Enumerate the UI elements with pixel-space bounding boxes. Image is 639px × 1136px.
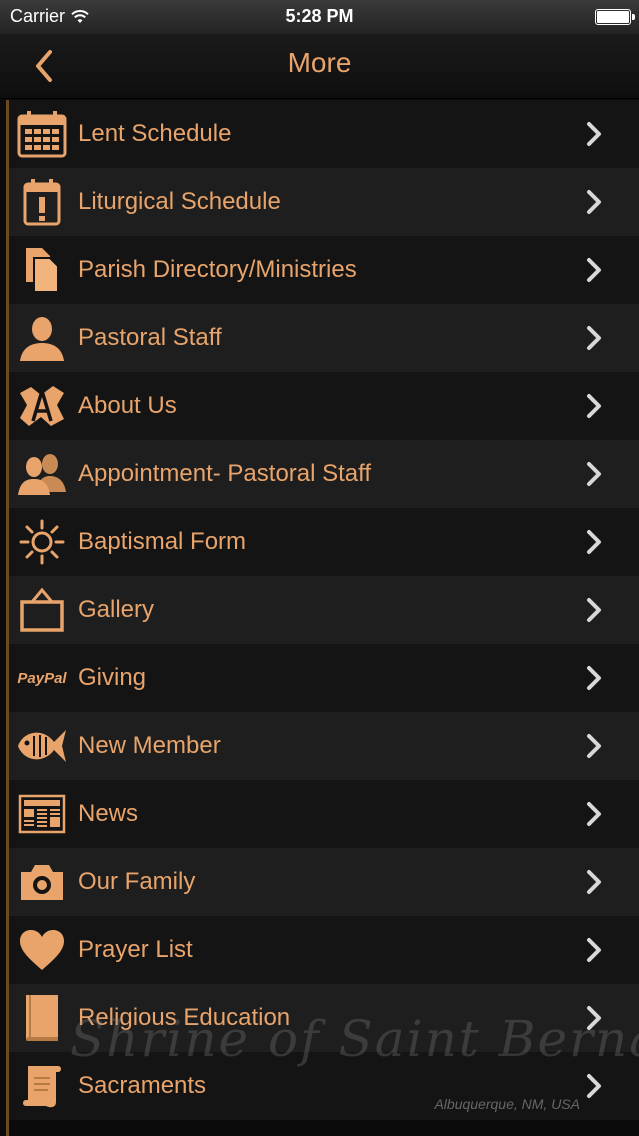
chevron-right-icon xyxy=(587,802,601,826)
menu-item-liturgical-schedule[interactable]: Liturgical Schedule xyxy=(9,168,639,236)
menu-item-new-member[interactable]: New Member xyxy=(9,712,639,780)
sun-icon xyxy=(14,516,70,568)
menu-item-label: Appointment- Pastoral Staff xyxy=(78,460,372,487)
menu-item-about-us[interactable]: About Us xyxy=(9,372,639,440)
calendar-alert-icon xyxy=(14,176,70,228)
book-icon xyxy=(14,992,70,1044)
menu-item-appointment[interactable]: Appointment- Pastoral Staff xyxy=(9,440,639,508)
menu-item-label: Lent Schedule xyxy=(78,120,232,147)
menu-item-label: Religious Education xyxy=(78,1004,291,1031)
menu-item-label: Liturgical Schedule xyxy=(78,188,281,215)
menu-item-label: Baptismal Form xyxy=(78,528,247,555)
chevron-right-icon xyxy=(587,326,601,350)
chevron-right-icon xyxy=(587,122,601,146)
menu-item-label: New Member xyxy=(78,732,221,759)
menu-item-baptismal-form[interactable]: Baptismal Form xyxy=(9,508,639,576)
chevron-right-icon xyxy=(587,734,601,758)
chevron-right-icon xyxy=(587,666,601,690)
menu-item-sacraments[interactable]: Sacraments xyxy=(9,1052,639,1120)
calendar-icon xyxy=(14,108,70,160)
status-time: 5:28 PM xyxy=(285,6,354,26)
newspaper-icon xyxy=(14,788,70,840)
chevron-right-icon xyxy=(587,394,601,418)
status-bar: Carrier 5:28 PM xyxy=(0,0,639,34)
chevron-right-icon xyxy=(587,870,601,894)
menu-item-label: Parish Directory/Ministries xyxy=(78,256,357,283)
menu-item-news[interactable]: News xyxy=(9,780,639,848)
chevron-right-icon xyxy=(587,258,601,282)
menu-item-pastoral-staff[interactable]: Pastoral Staff xyxy=(9,304,639,372)
paypal-logo: PayPal xyxy=(17,669,67,687)
chevron-right-icon xyxy=(587,938,601,962)
menu-item-label: Our Family xyxy=(78,868,196,895)
fish-icon xyxy=(14,720,70,772)
menu-item-label: Pastoral Staff xyxy=(78,324,222,351)
heart-icon xyxy=(14,924,70,976)
people-icon xyxy=(14,448,70,500)
menu-list: Lent Schedule Liturgical Schedule Parish… xyxy=(6,100,639,1136)
chevron-right-icon xyxy=(587,1074,601,1098)
menu-item-gallery[interactable]: Gallery xyxy=(9,576,639,644)
menu-item-our-family[interactable]: Our Family xyxy=(9,848,639,916)
battery-icon xyxy=(595,9,635,25)
paypal-icon: PayPal xyxy=(14,652,70,704)
menu-item-prayer-list[interactable]: Prayer List xyxy=(9,916,639,984)
chevron-right-icon xyxy=(587,530,601,554)
chevron-right-icon xyxy=(587,190,601,214)
scroll-icon xyxy=(14,1060,70,1112)
page-title: More xyxy=(287,47,352,78)
menu-item-lent-schedule[interactable]: Lent Schedule xyxy=(9,100,639,168)
menu-item-label: Sacraments xyxy=(78,1072,207,1099)
menu-item-religious-education[interactable]: Religious Education xyxy=(9,984,639,1052)
camera-icon xyxy=(14,856,70,908)
menu-item-giving[interactable]: PayPal Giving xyxy=(9,644,639,712)
frame-icon xyxy=(14,584,70,636)
about-icon xyxy=(14,380,70,432)
nav-bar: More xyxy=(0,34,639,99)
chevron-right-icon xyxy=(587,462,601,486)
menu-item-label: News xyxy=(78,800,139,827)
chevron-right-icon xyxy=(587,1006,601,1030)
chevron-right-icon xyxy=(587,598,601,622)
menu-item-label: About Us xyxy=(78,392,177,419)
menu-item-label: Gallery xyxy=(78,596,155,623)
menu-item-parish-directory[interactable]: Parish Directory/Ministries xyxy=(9,236,639,304)
person-icon xyxy=(14,312,70,364)
documents-icon xyxy=(14,244,70,296)
menu-item-label: Prayer List xyxy=(78,936,193,963)
menu-item-label: Giving xyxy=(78,664,147,691)
